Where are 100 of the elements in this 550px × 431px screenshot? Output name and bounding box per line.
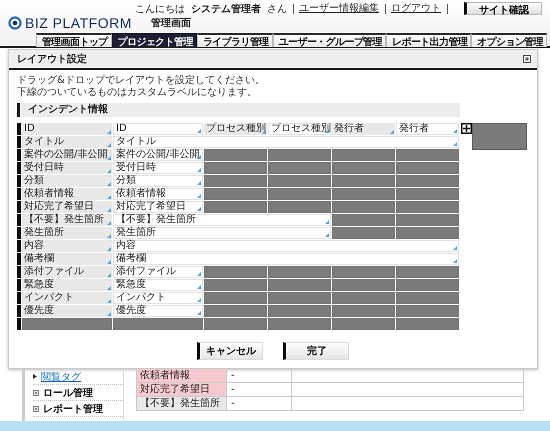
drag-handle[interactable] (17, 266, 21, 278)
resize-handle-icon[interactable] (107, 247, 111, 251)
field-slot[interactable]: タイトル (113, 136, 459, 148)
drag-handle[interactable] (17, 136, 21, 148)
drag-handle[interactable] (17, 240, 21, 252)
field-label[interactable]: 備考欄 (22, 253, 112, 265)
drag-handle[interactable] (17, 123, 21, 135)
drag-handle[interactable] (17, 188, 21, 200)
dialog-button[interactable]: 完了 (283, 342, 349, 360)
field-label[interactable]: 案件の公開/非公開 (22, 149, 112, 161)
nav-tab[interactable]: ライブラリ管理 (196, 33, 273, 47)
resize-handle-icon[interactable] (453, 259, 457, 263)
drag-handle[interactable] (17, 305, 21, 317)
header-link[interactable]: ログアウト (385, 4, 441, 14)
field-slot[interactable]: ID (113, 123, 203, 135)
field-slot[interactable]: 発行者 (396, 123, 459, 135)
field-label[interactable]: 添付ファイル (22, 266, 112, 278)
resize-handle-icon[interactable] (107, 312, 111, 316)
drag-handle[interactable] (17, 175, 21, 187)
resize-handle-icon[interactable] (453, 129, 457, 133)
resize-handle-icon[interactable] (197, 168, 201, 172)
resize-handle-icon[interactable] (107, 208, 111, 212)
field-label[interactable]: タイトル (22, 136, 112, 148)
resize-handle-icon[interactable] (197, 155, 201, 159)
resize-handle-icon[interactable] (197, 311, 201, 315)
resize-handle-icon[interactable] (107, 195, 111, 199)
resize-handle-icon[interactable] (197, 298, 201, 302)
resize-handle-icon[interactable] (107, 260, 111, 264)
nav-tab[interactable]: レポート出力管理 (386, 33, 472, 47)
drag-handle[interactable] (17, 253, 21, 265)
field-slot[interactable]: 添付ファイル (113, 266, 203, 278)
resize-handle-icon[interactable] (107, 286, 111, 290)
resize-handle-icon[interactable] (107, 221, 111, 225)
field-slot[interactable]: 対応完了希望日 (113, 201, 203, 213)
nav-tab[interactable]: ユーザー・グループ管理 (272, 33, 386, 47)
resize-handle-icon[interactable] (197, 272, 201, 276)
nav-tab[interactable]: オプション管理 (471, 33, 547, 47)
expand-icon[interactable] (33, 390, 39, 396)
drag-handle[interactable] (17, 201, 21, 213)
field-label[interactable]: 分類 (22, 175, 112, 187)
field-label[interactable]: ID (22, 123, 112, 135)
field-slot[interactable]: 備考欄 (113, 253, 459, 265)
field-slot[interactable]: 内容 (113, 240, 459, 252)
nav-tab[interactable]: 管理画面トップ (36, 33, 112, 47)
resize-handle-icon[interactable] (107, 130, 111, 134)
drag-handle[interactable] (17, 162, 21, 174)
resize-handle-icon[interactable] (107, 234, 111, 238)
resize-handle-icon[interactable] (197, 285, 201, 289)
resize-handle-icon[interactable] (453, 246, 457, 250)
resize-handle-icon[interactable] (197, 181, 201, 185)
field-slot[interactable]: インパクト (113, 292, 203, 304)
resize-handle-icon[interactable] (107, 273, 111, 277)
resize-handle-icon[interactable] (325, 233, 329, 237)
field-label[interactable]: 優先度 (22, 305, 112, 317)
resize-handle-icon[interactable] (325, 220, 329, 224)
field-label[interactable]: インパクト (22, 292, 112, 304)
plus-icon[interactable] (461, 123, 472, 134)
drag-handle[interactable] (17, 318, 21, 330)
field-slot[interactable]: 案件の公開/非公開 (113, 149, 203, 161)
resize-handle-icon[interactable] (262, 130, 266, 134)
field-label[interactable]: 発行者 (332, 123, 395, 135)
resize-handle-icon[interactable] (453, 142, 457, 146)
field-slot[interactable]: 発生箇所 (113, 227, 331, 239)
field-label[interactable]: 対応完了希望日 (22, 201, 112, 213)
sidebar-item[interactable]: 閲覧タグ (41, 370, 81, 384)
field-slot[interactable]: 依頼者情報 (113, 188, 203, 200)
field-slot[interactable]: プロセス種別 (268, 123, 331, 135)
expand-icon[interactable] (33, 406, 39, 412)
resize-handle-icon[interactable] (107, 156, 111, 160)
dialog-button[interactable]: キャンセル (197, 342, 263, 360)
drag-handle[interactable] (17, 214, 21, 226)
nav-tab[interactable]: プロジェクト管理 (112, 33, 197, 47)
box-icon[interactable] (523, 55, 531, 63)
field-label[interactable]: 【不要】発生箇所 (22, 214, 112, 226)
field-label[interactable]: 依頼者情報 (22, 188, 112, 200)
sidebar-item[interactable]: レポート管理 (43, 402, 103, 416)
resize-handle-icon[interactable] (107, 143, 111, 147)
field-slot[interactable]: 緊急度 (113, 279, 203, 291)
resize-handle-icon[interactable] (107, 169, 111, 173)
field-label[interactable]: 受付日時 (22, 162, 112, 174)
sidebar-item[interactable]: ロール管理 (43, 386, 93, 400)
header-link[interactable]: ユーザー情報編集 (293, 4, 379, 14)
field-label[interactable]: プロセス種別 (204, 123, 267, 135)
field-slot[interactable]: 受付日時 (113, 162, 203, 174)
field-label[interactable]: 内容 (22, 240, 112, 252)
drag-handle[interactable] (17, 279, 21, 291)
resize-handle-icon[interactable] (390, 130, 394, 134)
resize-handle-icon[interactable] (197, 129, 201, 133)
field-label[interactable]: 緊急度 (22, 279, 112, 291)
resize-handle-icon[interactable] (197, 207, 201, 211)
resize-handle-icon[interactable] (107, 182, 111, 186)
drag-handle[interactable] (17, 149, 21, 161)
field-slot[interactable]: 分類 (113, 175, 203, 187)
field-slot[interactable]: 【不要】発生箇所 (113, 214, 331, 226)
field-label[interactable]: 発生箇所 (22, 227, 112, 239)
resize-handle-icon[interactable] (325, 129, 329, 133)
field-slot[interactable]: 優先度 (113, 305, 203, 317)
resize-handle-icon[interactable] (197, 194, 201, 198)
drag-handle[interactable] (17, 227, 21, 239)
site-check-button[interactable]: サイト確認 (464, 2, 542, 15)
